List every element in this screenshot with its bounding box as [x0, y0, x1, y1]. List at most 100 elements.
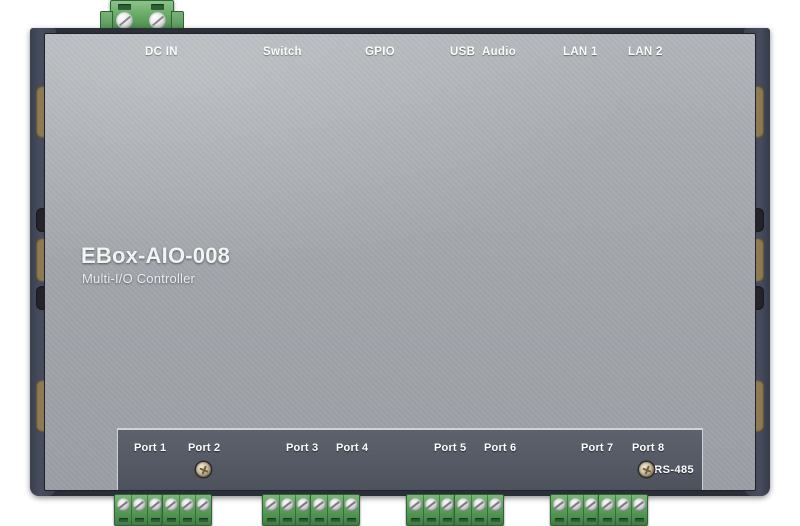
screw-slot-icon: [266, 500, 276, 509]
wire-entry-hole: [570, 518, 580, 522]
rs485-bus-label: RS-485: [654, 464, 694, 476]
screw-slot-icon: [314, 500, 324, 509]
wire-entry-hole: [346, 518, 356, 522]
screw-slot-icon: [634, 500, 644, 509]
device-model-name: EBox-AIO-008: [81, 243, 231, 268]
screw-terminal[interactable]: [344, 498, 358, 511]
top-port-label-row: DC IN Switch GPIO USB Audio LAN 1 LAN 2: [45, 46, 755, 66]
screw-slot-icon: [346, 500, 356, 509]
terminal-block-port-4[interactable]: [310, 494, 360, 526]
screw-slot-icon: [490, 500, 500, 509]
terminal-divider: [131, 495, 132, 525]
screw-slot-icon: [602, 500, 612, 509]
top-label-lan-2: LAN 2: [628, 46, 663, 58]
screw-terminal[interactable]: [180, 498, 194, 511]
terminal-divider: [179, 495, 180, 525]
io-label-port-1: Port 1: [134, 442, 167, 454]
screw-slot-icon: [166, 500, 176, 509]
terminal-divider: [615, 495, 616, 525]
screw-terminal[interactable]: [196, 498, 210, 511]
terminal-block-port-2[interactable]: [162, 494, 212, 526]
top-label-gpio: GPIO: [365, 46, 395, 58]
device-chassis: DC IN Switch GPIO USB Audio LAN 1 LAN 2 EBox-A…: [30, 28, 770, 496]
screw-slot-icon: [570, 500, 580, 509]
terminal-block-port-8[interactable]: [598, 494, 648, 526]
wire-entry-hole: [618, 518, 628, 522]
screw-slot-icon: [410, 500, 420, 509]
screw-terminal[interactable]: [312, 498, 326, 511]
terminal-divider: [327, 495, 328, 525]
wire-entry-hole: [282, 518, 292, 522]
screw-terminal[interactable]: [116, 498, 130, 511]
wire-entry-hole: [182, 518, 192, 522]
wire-entry-hole: [554, 518, 564, 522]
screw-terminal[interactable]: [132, 498, 146, 511]
screw-terminal[interactable]: [328, 498, 342, 511]
terminal-divider: [423, 495, 424, 525]
screw-slot-icon: [474, 500, 484, 509]
screw-terminal[interactable]: [148, 498, 162, 511]
wire-entry-hole: [442, 518, 452, 522]
screw-terminal[interactable]: [600, 498, 614, 511]
terminal-block-port-5[interactable]: [406, 494, 456, 526]
wire-entry-hole: [314, 518, 324, 522]
screw-terminal[interactable]: [472, 498, 486, 511]
screw-slot-icon: [330, 500, 340, 509]
screw-terminal[interactable]: [616, 498, 630, 511]
screw-terminal[interactable]: [296, 498, 310, 511]
screw-slot-icon: [442, 500, 452, 509]
terminal-divider: [279, 495, 280, 525]
terminal-block-port-3[interactable]: [262, 494, 312, 526]
wire-entry-hole: [266, 518, 276, 522]
wire-entry-hole: [586, 518, 596, 522]
terminal-divider: [195, 495, 196, 525]
dc-in-wire-hole-2: [151, 4, 164, 10]
io-label-port-8: Port 8: [632, 442, 665, 454]
screw-slot-icon: [282, 500, 292, 509]
screw-terminal[interactable]: [424, 498, 438, 511]
device-photo-scene: DC IN Switch GPIO USB Audio LAN 1 LAN 2 EBox-A…: [0, 0, 800, 526]
top-label-audio: Audio: [482, 46, 517, 58]
screw-terminal[interactable]: [568, 498, 582, 511]
screw-terminal[interactable]: [456, 498, 470, 511]
screw-terminal[interactable]: [408, 498, 422, 511]
screw-terminal[interactable]: [632, 498, 646, 511]
wire-entry-hole: [426, 518, 436, 522]
terminal-divider: [295, 495, 296, 525]
screw-terminal[interactable]: [552, 498, 566, 511]
terminal-divider: [631, 495, 632, 525]
wire-entry-hole: [166, 518, 176, 522]
terminal-block-port-7[interactable]: [550, 494, 600, 526]
screw-terminal[interactable]: [280, 498, 294, 511]
screw-slot-icon: [182, 500, 192, 509]
wire-entry-hole: [410, 518, 420, 522]
dc-in-screw-terminal-2[interactable]: [149, 12, 166, 29]
top-label-switch: Switch: [263, 46, 302, 58]
screw-terminal[interactable]: [488, 498, 502, 511]
screw-terminal[interactable]: [584, 498, 598, 511]
dc-in-wire-hole-1: [118, 4, 131, 10]
top-label-lan-1: LAN 1: [563, 46, 598, 58]
wire-entry-hole: [134, 518, 144, 522]
screw-terminal[interactable]: [264, 498, 278, 511]
terminal-divider: [471, 495, 472, 525]
screw-slot-icon: [458, 500, 468, 509]
wire-entry-hole: [298, 518, 308, 522]
dc-in-screw-terminal-1[interactable]: [116, 12, 133, 29]
screw-slot-icon: [198, 500, 208, 509]
terminal-block-port-1[interactable]: [114, 494, 164, 526]
io-label-port-7: Port 7: [581, 442, 614, 454]
screw-terminal[interactable]: [440, 498, 454, 511]
terminal-block-port-6[interactable]: [454, 494, 504, 526]
terminal-divider: [567, 495, 568, 525]
wire-entry-hole: [198, 518, 208, 522]
panel-screw-left: [196, 462, 211, 477]
screw-slot-icon: [554, 500, 564, 509]
terminal-divider: [147, 495, 148, 525]
screw-terminal[interactable]: [164, 498, 178, 511]
terminal-divider: [583, 495, 584, 525]
terminal-divider: [343, 495, 344, 525]
io-label-port-6: Port 6: [484, 442, 517, 454]
wire-entry-hole: [602, 518, 612, 522]
wire-entry-hole: [634, 518, 644, 522]
